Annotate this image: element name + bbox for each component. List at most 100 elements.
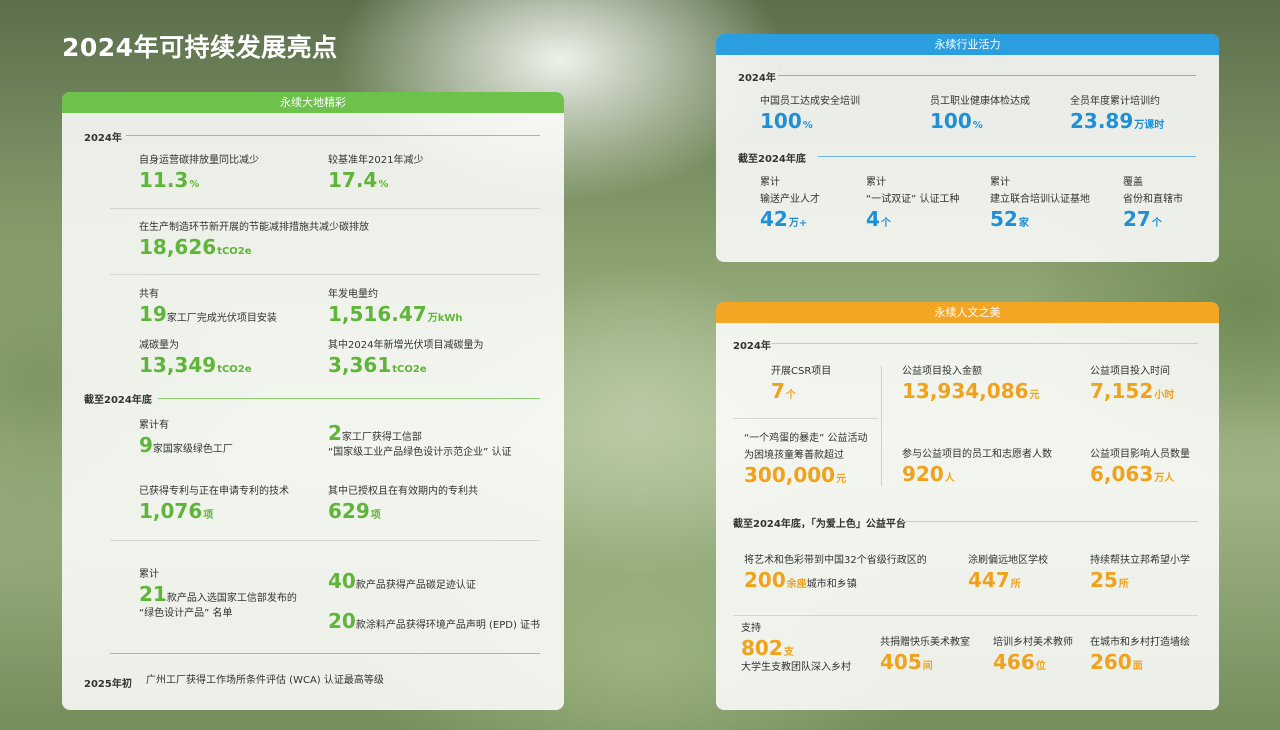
stat-value: 4个 (866, 207, 891, 231)
divider (110, 653, 540, 654)
stat-label: 培训乡村美术教师 (993, 637, 1073, 648)
stat-label: 建立联合培训认证基地 (990, 194, 1090, 205)
stat-value: 21款产品入选国家工信部发布的 (139, 582, 297, 606)
divider (110, 540, 540, 541)
stat-label: 累计 (760, 177, 780, 188)
divider (733, 615, 1198, 616)
stat-note: “绿色设计产品” 名单 (139, 608, 233, 619)
stat-value: 200余座城市和乡镇 (744, 568, 857, 592)
section-end-2024: 截至2024年底，「为爱上色」公益平台 (733, 519, 906, 530)
stat-value: 920人 (902, 462, 955, 486)
stat-label: “一个鸡蛋的暴走” 公益活动 (744, 433, 868, 444)
section-2024: 2024年 (738, 73, 776, 84)
stat-label: 已获得专利与正在申请专利的技术 (139, 486, 289, 497)
divider (818, 156, 1196, 157)
wca-note: 广州工厂获得工作场所条件评估 (WCA) 认证最高等级 (146, 675, 384, 686)
stat-label: 公益项目投入时间 (1090, 366, 1170, 377)
stat-label: 参与公益项目的员工和志愿者人数 (902, 449, 1052, 460)
team-stat: 支持 802支 大学生支教团队深入乡村 (741, 620, 851, 676)
section-end-2024: 截至2024年底 (738, 154, 806, 165)
power-stat: 年发电量约 1,516.47万kWh (328, 286, 463, 325)
divider (771, 343, 1198, 344)
school-stat: 涂刷偏远地区学校 447所 (968, 552, 1048, 591)
stat-value: 802支 (741, 636, 794, 660)
safety-stat: 中国员工达成安全培训 100% (760, 93, 860, 132)
divider (110, 208, 540, 209)
stat-value: 42万+ (760, 207, 808, 231)
divider (733, 418, 878, 419)
stat-label: 支持 (741, 623, 761, 634)
stat-note: “国家级工业产品绿色设计示范企业” 认证 (328, 447, 512, 458)
stat-label: 累计 (139, 569, 159, 580)
stat-label: 其中已授权且在有效期内的专利共 (328, 486, 478, 497)
stat-value: 18,626tCO2e (139, 235, 252, 259)
carbon-footprint-stat: 40款产品获得产品碳足迹认证 (328, 570, 476, 592)
stat-value: 11.3% (139, 168, 200, 192)
art-stat: 将艺术和色彩带到中国32个省级行政区的 200余座城市和乡镇 (744, 552, 927, 591)
stat-value: 25所 (1090, 568, 1129, 592)
stat-value: 6,063万人 (1090, 462, 1175, 486)
stat-label: 持续帮扶立邦希望小学 (1090, 555, 1190, 566)
baseline-stat: 较基准年2021年减少 17.4% (328, 152, 423, 191)
newpv-stat: 其中2024年新增光伏项目减碳量为 3,361tCO2e (328, 337, 483, 376)
stat-label: 员工职业健康体检达成 (930, 96, 1030, 107)
green-panel-header: 永续大地精彩 (62, 92, 564, 113)
stat-value: 100% (760, 109, 813, 133)
stat-label: 大学生支教团队深入乡村 (741, 662, 851, 673)
blue-panel: 永续行业活力 2024年 中国员工达成安全培训 100% 员工职业健康体检达成 … (716, 34, 1219, 262)
stat-label: 累计 (990, 177, 1010, 188)
stat-label: 输送产业人才 (760, 194, 820, 205)
emission-stat: 自身运营碳排放量同比减少 11.3% (139, 152, 259, 191)
stat-label: 累计 (866, 177, 886, 188)
stat-label: 全员年度累计培训约 (1070, 96, 1160, 107)
stat-label: 其中2024年新增光伏项目减碳量为 (328, 340, 484, 351)
section-2024: 2024年 (733, 341, 771, 352)
divider (778, 75, 1196, 76)
stat-value: 17.4% (328, 168, 389, 192)
page-title: 2024年可持续发展亮点 (62, 33, 338, 62)
stat-value: 629项 (328, 499, 381, 523)
orange-panel: 永续人文之美 2024年 开展CSR项目 7个 公益项目投入金额 13,934,… (716, 302, 1219, 710)
stat-label: 自身运营碳排放量同比减少 (139, 155, 259, 166)
reduce-stat: 减碳量为 13,349tCO2e (139, 337, 252, 376)
section-2025: 2025年初 (84, 679, 132, 690)
divider (902, 521, 1198, 522)
stat-value: 7个 (771, 379, 796, 403)
stat-value: 40款产品获得产品碳足迹认证 (328, 569, 476, 593)
stat-value: 405间 (880, 650, 933, 674)
stat-value: 1,076项 (139, 499, 214, 523)
stat-value: 20款涂料产品获得环境产品声明 (EPD) 证书 (328, 609, 541, 633)
stat-value: 2家工厂获得工信部 (328, 421, 422, 445)
base-stat: 累计 建立联合培训认证基地 52家 (990, 174, 1090, 230)
patent-stat: 已获得专利与正在申请专利的技术 1,076项 (139, 483, 289, 522)
stat-value: 466位 (993, 650, 1046, 674)
stat-label: 较基准年2021年减少 (328, 155, 424, 166)
stat-label: 共有 (139, 289, 159, 300)
stat-value: 52家 (990, 207, 1029, 231)
stat-value: 23.89万课时 (1070, 109, 1165, 133)
stat-label: “一试双证” 认证工种 (866, 194, 960, 205)
epd-stat: 20款涂料产品获得环境产品声明 (EPD) 证书 (328, 610, 540, 632)
stat-value: 447所 (968, 568, 1021, 592)
stat-value: 300,000元 (744, 463, 847, 487)
stat-label: 减碳量为 (139, 340, 179, 351)
impact-stat: 公益项目影响人员数量 6,063万人 (1090, 446, 1190, 485)
valid-patent-stat: 其中已授权且在有效期内的专利共 629项 (328, 483, 478, 522)
stat-label: 为困境孩童筹善款超过 (744, 450, 844, 461)
pv-stat: 共有 19家工厂完成光伏项目安装 (139, 286, 277, 325)
stat-label: 年发电量约 (328, 289, 378, 300)
stat-label: 省份和直辖市 (1123, 194, 1183, 205)
stat-value: 100% (930, 109, 983, 133)
divider (158, 398, 540, 399)
section-end-2024: 截至2024年底 (84, 395, 152, 406)
stat-value: 7,152小时 (1090, 379, 1175, 403)
stat-value: 13,934,086元 (902, 379, 1040, 403)
stat-value: 19家工厂完成光伏项目安装 (139, 302, 277, 326)
stat-value: 27个 (1123, 207, 1162, 231)
stat-value: 13,349tCO2e (139, 353, 252, 377)
divider (110, 274, 540, 275)
stat-label: 涂刷偏远地区学校 (968, 555, 1048, 566)
stat-label: 在城市和乡村打造墙绘 (1090, 637, 1190, 648)
mural-stat: 在城市和乡村打造墙绘 260面 (1090, 634, 1190, 673)
stat-label: 中国员工达成安全培训 (760, 96, 860, 107)
